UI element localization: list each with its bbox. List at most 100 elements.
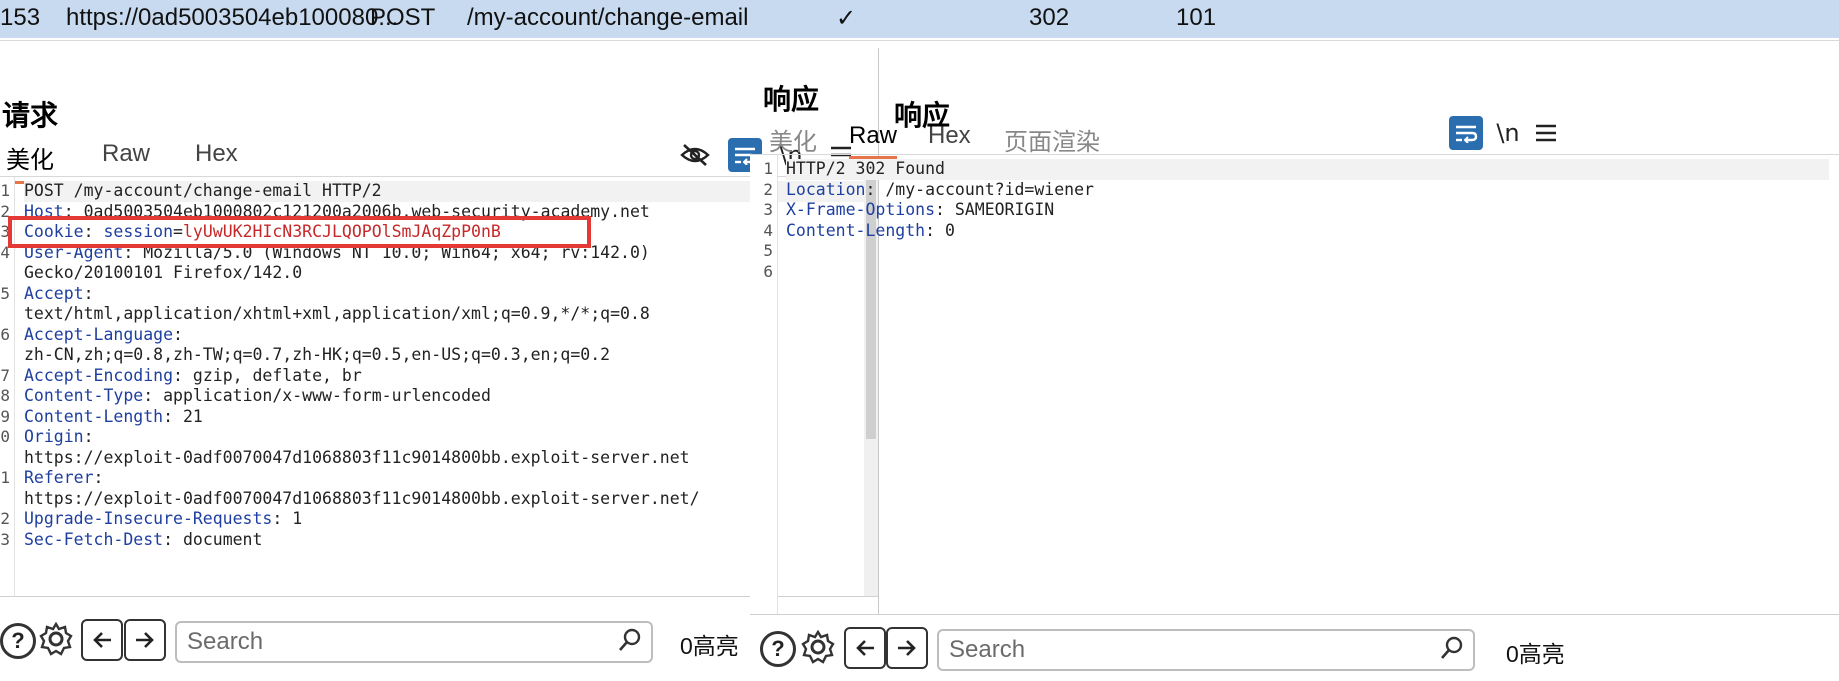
- header-name: Origin: [24, 427, 84, 446]
- line-number: 6: [0, 324, 10, 344]
- history-row[interactable]: 153 https://0ad5003504eb100080... POST /…: [0, 0, 1839, 41]
- settings-gear-icon[interactable]: [38, 621, 74, 657]
- request-line: Accept-Encoding: gzip, deflate, br: [24, 365, 362, 385]
- header-value: https://exploit-0adf0070047d1068803f11c9…: [24, 447, 690, 467]
- header-value: /my-account?id=wiener: [885, 179, 1094, 199]
- request-search-input[interactable]: Search: [175, 621, 653, 663]
- request-line: zh-CN,zh;q=0.8,zh-TW;q=0.7,zh-HK;q=0.5,e…: [24, 345, 610, 366]
- response-settings-gear-icon[interactable]: [800, 629, 836, 665]
- help-icon[interactable]: ?: [0, 623, 36, 659]
- response-title-text: 响应: [763, 83, 820, 116]
- search-icon: [617, 627, 643, 660]
- header-value: 21: [182, 406, 203, 426]
- request-line: https://exploit-0adf0070047d1068803f11c9…: [24, 489, 700, 510]
- response-editor[interactable]: 123456 HTTP/2 302 Found Location: /my-acc…: [750, 154, 1839, 615]
- request-pane: 请求 美化 Raw Hex \n 12345678910111213 POST …: [0, 48, 879, 681]
- header-value: 0: [944, 220, 955, 240]
- header-value: HTTP/2 302 Found: [786, 159, 945, 178]
- highlight-count: 0高亮: [680, 633, 739, 659]
- tab-request-hex[interactable]: Hex: [195, 140, 238, 174]
- header-name: Location: [786, 179, 866, 199]
- header-value: zh-CN,zh;q=0.8,zh-TW;q=0.7,zh-HK;q=0.5,e…: [24, 345, 611, 364]
- line-number: 10: [0, 427, 10, 446]
- request-line: Accept:: [24, 283, 94, 303]
- header-name: Content-Length: [786, 220, 926, 240]
- response-line: Location: /my-account?id=wiener: [786, 179, 1094, 199]
- response-line: HTTP/2 302 Found: [786, 159, 1829, 180]
- line-number: 5: [763, 241, 773, 260]
- response-search-icon: [1439, 635, 1465, 668]
- request-line: Referer:: [24, 468, 104, 487]
- request-line: text/html,application/xhtml+xml,applicat…: [24, 304, 650, 325]
- request-line: Gecko/20100101 Firefox/142.0: [24, 263, 302, 284]
- line-number: 11: [0, 468, 10, 487]
- request-line: POST /my-account/change-email HTTP/2: [24, 181, 864, 202]
- forward-arrow-icon[interactable]: [124, 619, 166, 661]
- response-newline-toggle[interactable]: \n: [1491, 116, 1525, 150]
- tab-response-hex[interactable]: Hex: [928, 122, 971, 156]
- header-name: Content-Length: [24, 406, 164, 426]
- request-line: Content-Type: application/x-www-form-url…: [24, 386, 491, 405]
- line-number: 12: [0, 509, 10, 528]
- response-help-icon[interactable]: ?: [760, 631, 796, 667]
- row-id: 153: [0, 4, 41, 31]
- request-line: https://exploit-0adf0070047d1068803f11c9…: [24, 448, 690, 469]
- header-name: Accept-Language: [24, 324, 174, 344]
- request-editor[interactable]: 12345678910111213 POST /my-account/chang…: [0, 176, 878, 597]
- response-line-gutter: 123456: [750, 155, 778, 615]
- line-number: 8: [0, 386, 10, 405]
- search-placeholder: Search: [187, 628, 264, 655]
- header-value: Gecko/20100101 Firefox/142.0: [24, 263, 303, 282]
- header-name: X-Frame-Options: [786, 200, 936, 219]
- response-word-wrap-icon[interactable]: [1449, 116, 1483, 150]
- line-number: 13: [0, 529, 10, 549]
- header-name: Sec-Fetch-Dest: [24, 529, 164, 549]
- response-pane-content: 响应 美化 Raw Hex 页面渲染 \n 123456 HTTP/2 302 …: [750, 48, 1839, 681]
- response-search-input[interactable]: Search: [937, 629, 1475, 671]
- line-number: 1: [0, 181, 10, 200]
- row-url: /my-account/change-email: [467, 4, 749, 31]
- response-line: Content-Length: 0: [786, 220, 955, 240]
- row-status: 302: [1029, 4, 1070, 31]
- request-line: Content-Length: 21: [24, 406, 203, 426]
- header-name: Upgrade-Insecure-Requests: [24, 509, 273, 528]
- line-number: 5: [0, 283, 10, 303]
- response-footer: ? Search 0高亮: [750, 614, 1839, 681]
- row-host: https://0ad5003504eb100080...: [66, 4, 399, 31]
- response-line: X-Frame-Options: SAMEORIGIN: [786, 200, 1055, 219]
- request-line: Origin:: [24, 427, 94, 446]
- request-line: Upgrade-Insecure-Requests: 1: [24, 509, 303, 528]
- header-name: Accept-Encoding: [24, 365, 174, 385]
- row-length: 101: [1176, 4, 1217, 31]
- header-value: text/html,application/xhtml+xml,applicat…: [24, 304, 650, 323]
- request-footer: ? Search 0高亮: [0, 596, 878, 681]
- request-line: Sec-Fetch-Dest: document: [24, 529, 263, 549]
- row-method: POST: [370, 4, 436, 31]
- hide-eye-icon[interactable]: [678, 138, 712, 172]
- request-line: Accept-Language:: [24, 324, 183, 344]
- request-title: 请求: [2, 99, 59, 132]
- response-menu-icon[interactable]: [1529, 116, 1563, 150]
- line-number: 7: [0, 365, 10, 385]
- line-number: 9: [0, 406, 10, 426]
- row-edited-check: ✓: [836, 5, 857, 32]
- line-number: 4: [763, 220, 773, 240]
- line-number: 1: [763, 159, 773, 178]
- tab-request-raw[interactable]: Raw: [102, 140, 150, 174]
- response-highlight-count: 0高亮: [1506, 641, 1565, 667]
- back-arrow-icon[interactable]: [81, 619, 123, 661]
- line-number: 3: [763, 200, 773, 219]
- response-forward-arrow-icon[interactable]: [886, 627, 928, 669]
- header-value: gzip, deflate, br: [192, 365, 362, 385]
- header-value: 1: [292, 509, 303, 528]
- response-back-arrow-icon[interactable]: [844, 627, 886, 669]
- header-name: Content-Type: [24, 386, 144, 405]
- header-value: SAMEORIGIN: [954, 200, 1055, 219]
- header-value: document: [182, 529, 263, 549]
- line-number: 6: [763, 261, 773, 281]
- header-name: Accept: [24, 283, 84, 303]
- header-name: Referer: [24, 468, 94, 487]
- line-number: 2: [763, 179, 773, 199]
- header-value: POST /my-account/change-email HTTP/2: [24, 181, 382, 200]
- header-value: https://exploit-0adf0070047d1068803f11c9…: [24, 488, 700, 508]
